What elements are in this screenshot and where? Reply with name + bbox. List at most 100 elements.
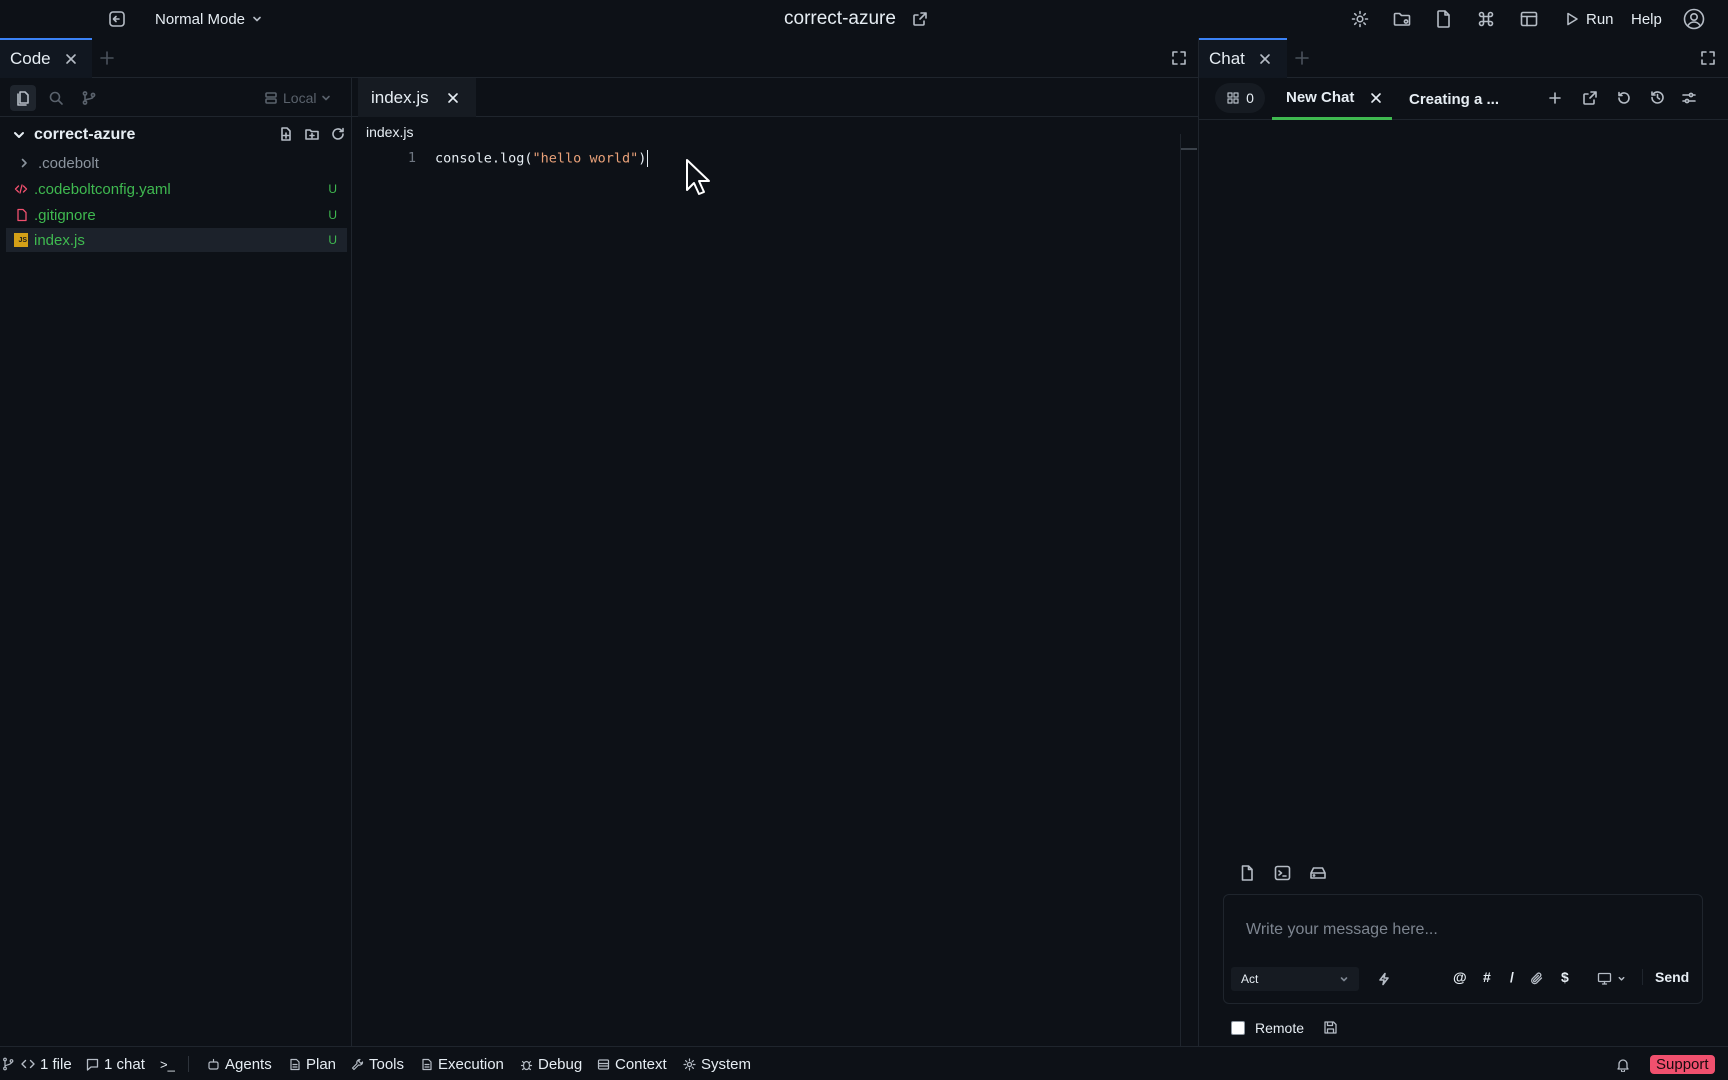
bug-icon (520, 1060, 533, 1070)
editor-scrollbar-track[interactable] (1180, 134, 1181, 1046)
add-tab-icon[interactable] (99, 50, 115, 66)
mode-select[interactable]: Act (1231, 967, 1359, 991)
external-link-icon[interactable] (912, 11, 928, 27)
git-status-badge: U (328, 208, 337, 222)
close-icon[interactable] (447, 92, 459, 104)
close-icon[interactable] (1370, 92, 1382, 104)
history-icon[interactable] (1649, 89, 1666, 106)
tree-item-file[interactable]: .gitignore U (6, 203, 347, 227)
files-view-icon[interactable] (10, 85, 36, 111)
js-file-icon: JS (14, 233, 28, 247)
tree-item-label: .codebolt (38, 154, 99, 172)
context-button[interactable]: Context (597, 1047, 667, 1080)
tools-button[interactable]: Tools (351, 1047, 404, 1080)
close-icon[interactable] (1259, 53, 1271, 65)
editor-tab-label: index.js (371, 87, 429, 107)
git-status-badge: U (328, 182, 337, 196)
plan-button[interactable]: Plan (289, 1047, 336, 1080)
editor-scrollbar-thumb[interactable] (1181, 148, 1197, 150)
debug-button[interactable]: Debug (520, 1047, 582, 1080)
code-file-icon (14, 184, 28, 194)
drive-icon[interactable] (1309, 866, 1327, 880)
slash-command-button[interactable]: / (1510, 969, 1514, 985)
maximize-icon[interactable] (1700, 50, 1716, 66)
save-icon[interactable] (1323, 1020, 1338, 1035)
top-bar: Normal Mode correct-azure Run Help (0, 0, 1728, 38)
paperclip-icon[interactable] (1529, 971, 1544, 986)
code-panel-tabbar: Code (0, 38, 1198, 78)
remote-toggle[interactable]: Remote (1231, 1020, 1304, 1036)
reset-icon[interactable] (1616, 90, 1632, 106)
monitor-icon (1597, 972, 1612, 985)
new-file-icon[interactable] (278, 126, 294, 142)
message-input[interactable]: Write your message here... (1246, 921, 1438, 939)
tab-code[interactable]: Code (0, 38, 92, 78)
remote-label: Remote (1255, 1020, 1305, 1036)
mention-button[interactable]: @ (1453, 969, 1467, 985)
help-button[interactable]: Help (1631, 0, 1662, 38)
location-select[interactable]: Local (264, 86, 331, 110)
folder-settings-icon[interactable] (1392, 0, 1412, 38)
layout-icon[interactable] (1519, 0, 1539, 38)
monitor-select[interactable] (1597, 972, 1626, 985)
remote-checkbox[interactable] (1231, 1021, 1245, 1035)
send-button[interactable]: Send (1642, 969, 1689, 985)
code-line-1[interactable]: console.log("hello world") (435, 150, 649, 167)
git-branch-icon[interactable] (2, 1047, 14, 1080)
tree-item-file[interactable]: .codeboltconfig.yaml U (6, 177, 347, 201)
tab-code-label: Code (10, 49, 51, 68)
tree-item-folder[interactable]: .codebolt (6, 151, 347, 175)
refresh-icon[interactable] (330, 126, 346, 142)
close-icon[interactable] (65, 53, 77, 65)
chevron-down-icon (253, 16, 261, 22)
sliders-icon[interactable] (1681, 90, 1697, 106)
dollar-button[interactable]: $ (1561, 969, 1569, 985)
tree-item-file-selected[interactable]: JS index.js U (6, 228, 347, 252)
attach-file-icon[interactable] (1239, 864, 1255, 882)
code-icon (21, 1059, 35, 1069)
chat-tab-creating[interactable]: Creating a ... (1409, 78, 1539, 120)
tree-item-label: index.js (34, 231, 85, 249)
support-button[interactable]: Support (1650, 1055, 1715, 1074)
root-folder-name: correct-azure (34, 126, 136, 143)
run-button[interactable]: Run (1564, 0, 1614, 38)
chevron-down-icon (14, 132, 24, 138)
statusbar-item-label: Debug (538, 1055, 583, 1073)
file-icon[interactable] (1435, 0, 1453, 38)
back-icon[interactable] (108, 0, 126, 38)
bell-icon[interactable] (1616, 1047, 1630, 1080)
add-tab-icon[interactable] (1294, 50, 1310, 66)
terminal-icon[interactable] (1274, 865, 1291, 881)
agents-button[interactable]: Agents (207, 1047, 272, 1080)
chats-status[interactable]: 1 chat (86, 1047, 145, 1080)
chat-tab-new-chat[interactable]: New Chat (1272, 78, 1392, 120)
code-token: console.log( (435, 150, 533, 167)
editor-tab-index-js[interactable]: index.js (358, 78, 476, 117)
mode-dropdown[interactable]: Normal Mode (155, 0, 263, 38)
chat-count-badge[interactable]: 0 (1215, 83, 1265, 113)
statusbar-item-label: Agents (225, 1055, 272, 1073)
gear-icon[interactable] (1350, 0, 1370, 38)
hash-button[interactable]: # (1483, 969, 1491, 985)
user-avatar-icon[interactable] (1683, 0, 1705, 38)
command-icon[interactable] (1476, 0, 1496, 38)
files-status[interactable]: 1 file (21, 1047, 72, 1080)
open-external-icon[interactable] (1582, 90, 1598, 106)
new-chat-icon[interactable] (1547, 90, 1563, 106)
maximize-icon[interactable] (1171, 50, 1187, 66)
lightning-icon[interactable] (1377, 972, 1391, 986)
new-folder-icon[interactable] (304, 126, 320, 142)
mouse-pointer-icon (686, 159, 710, 195)
git-branch-icon[interactable] (81, 90, 97, 106)
terminal-toggle[interactable]: >_ (160, 1047, 175, 1080)
document-icon (422, 1058, 432, 1070)
chat-input-box: Write your message here... Act @ # / $ S… (1223, 894, 1703, 1004)
execution-button[interactable]: Execution (421, 1047, 504, 1080)
statusbar-item-label: Execution (438, 1055, 504, 1073)
root-folder-row[interactable]: correct-azure (6, 121, 347, 149)
search-icon[interactable] (48, 90, 64, 106)
system-button[interactable]: System (683, 1047, 751, 1080)
tab-chat[interactable]: Chat (1199, 38, 1287, 78)
robot-icon (208, 1058, 219, 1070)
divider (0, 116, 351, 117)
